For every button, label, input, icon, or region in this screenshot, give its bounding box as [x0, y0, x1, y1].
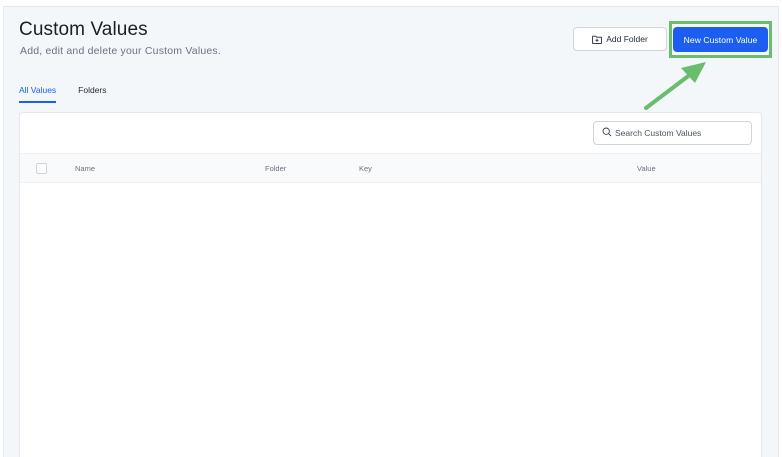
add-folder-icon — [592, 35, 603, 44]
table-header: Name Folder Key Value — [20, 153, 761, 183]
new-custom-value-button[interactable]: New Custom Value — [673, 27, 768, 52]
add-folder-label: Add Folder — [606, 34, 648, 44]
values-panel: Name Folder Key Value — [19, 112, 762, 457]
select-all-checkbox[interactable] — [36, 163, 47, 174]
search-input[interactable] — [615, 128, 750, 138]
search-field[interactable] — [593, 121, 752, 145]
tab-bar: All Values Folders — [19, 85, 107, 103]
column-header-value[interactable]: Value — [637, 164, 656, 173]
app-frame: Custom Values Add, edit and delete your … — [3, 6, 779, 457]
tab-folders[interactable]: Folders — [78, 85, 106, 103]
column-header-name[interactable]: Name — [75, 164, 95, 173]
column-header-folder[interactable]: Folder — [265, 164, 286, 173]
add-folder-button[interactable]: Add Folder — [573, 27, 667, 51]
column-header-key[interactable]: Key — [359, 164, 372, 173]
page-title: Custom Values — [19, 19, 148, 40]
page-subtitle: Add, edit and delete your Custom Values. — [20, 45, 222, 57]
search-icon — [602, 124, 612, 142]
tab-all-values[interactable]: All Values — [19, 85, 57, 103]
